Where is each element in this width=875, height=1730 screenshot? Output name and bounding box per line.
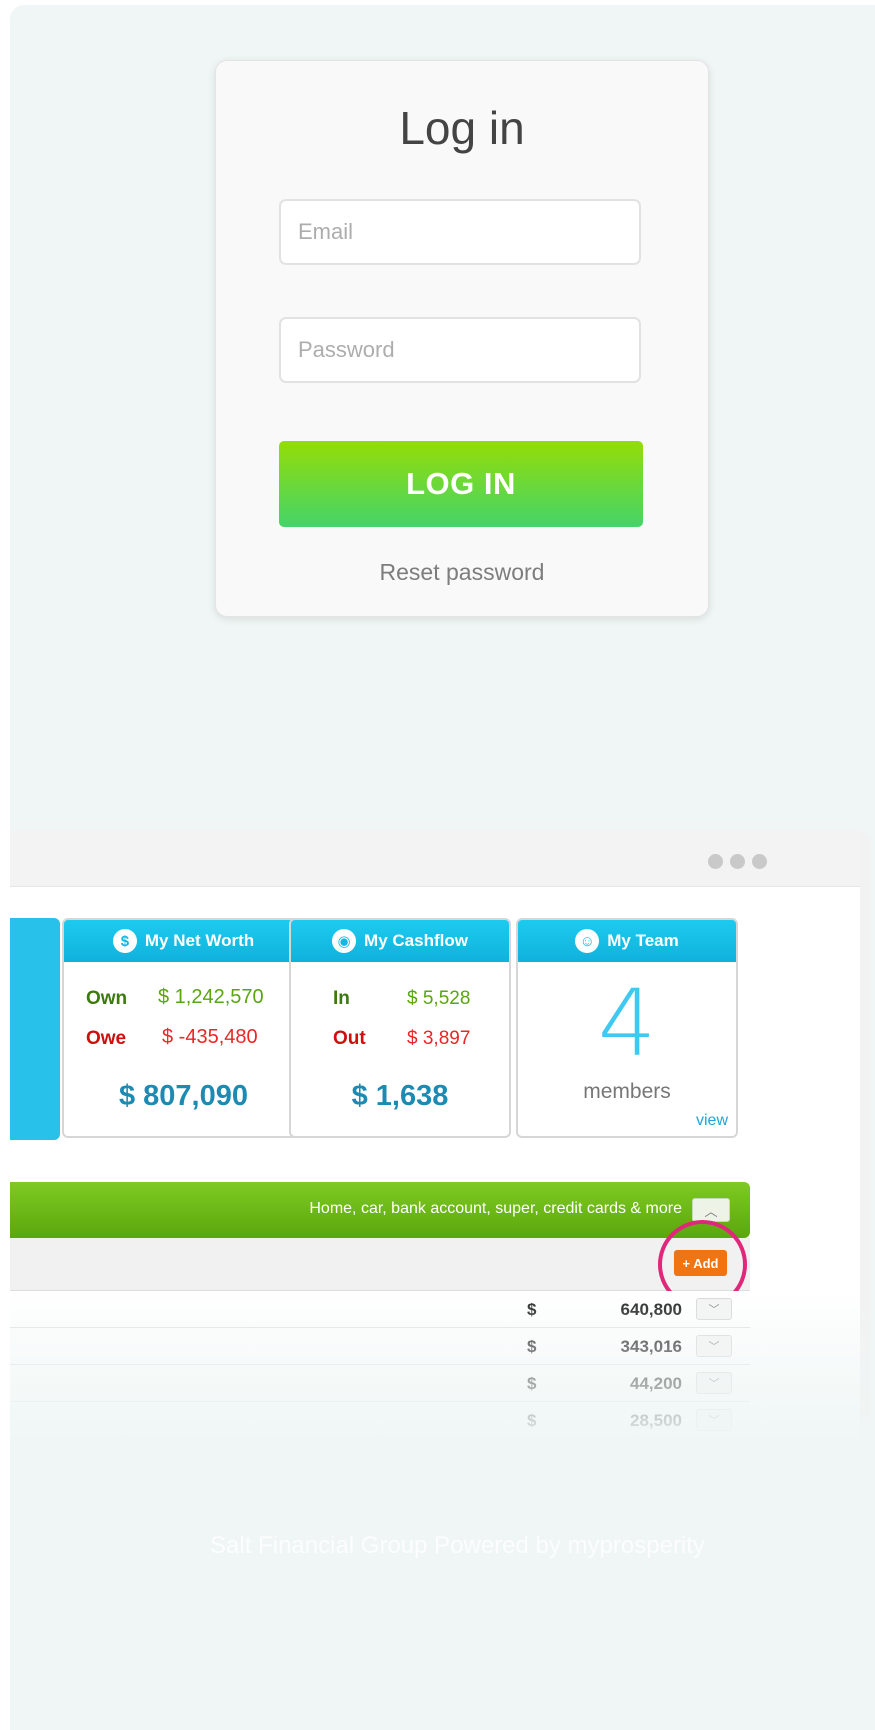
cashflow-header: ◉ My Cashflow [291,920,509,962]
assets-section-header[interactable]: Home, car, bank account, super, credit c… [10,1182,750,1238]
row-dropdown[interactable]: ﹀ [696,1298,732,1320]
reset-password-link[interactable]: Reset password [216,559,708,586]
team-members-label: members [583,1080,671,1103]
row-currency: $ [527,1337,537,1356]
row-currency: $ [527,1374,537,1393]
row-amount: 28,500 [630,1411,682,1430]
row-dropdown[interactable]: ﹀ [696,1335,732,1357]
table-row[interactable]: $ 28,500 ﹀ [10,1402,750,1439]
browser-toolbar [10,830,870,887]
window-dot-icon [730,854,745,869]
row-currency: $ [527,1411,537,1430]
own-value: $ 1,242,570 [158,986,264,1008]
team-count: 4 [597,970,657,1077]
row-dropdown[interactable]: ﹀ [696,1372,732,1394]
row-amount: 44,200 [630,1374,682,1393]
dashboard-preview: $ My Net Worth Own $ 1,242,570 Owe $ -43… [10,830,870,1480]
collapse-toggle[interactable]: ︿ [692,1198,730,1222]
row-amount: 343,016 [620,1337,682,1356]
net-worth-total: $ 807,090 [118,1080,248,1112]
login-card: Log in LOG IN Reset password [215,60,709,617]
row-dropdown[interactable]: ﹀ [696,1409,732,1431]
row-amount: 640,800 [620,1300,682,1319]
own-label: Own [86,988,128,1009]
owe-label: Owe [86,1028,127,1049]
out-value: $ 3,897 [407,1028,471,1049]
net-worth-header: $ My Net Worth [64,920,303,962]
assets-table-header: + Add [10,1238,750,1291]
table-row[interactable]: $ 343,016 ﹀ [10,1328,750,1365]
chevron-up-icon: ︿ [704,1203,718,1219]
email-field[interactable] [279,199,641,265]
net-worth-title: My Net Worth [144,931,255,950]
cashflow-title: My Cashflow [364,931,468,950]
window-edge [860,830,870,1480]
row-currency: $ [527,1300,537,1319]
side-tile [10,918,60,1140]
login-button[interactable]: LOG IN [279,441,643,527]
in-value: $ 5,528 [407,988,471,1009]
cashflow-widget[interactable]: ◉ My Cashflow In $ 5,528 Out $ 3,897 $ 1… [289,918,511,1138]
out-label: Out [333,1028,366,1049]
chevron-down-icon: ﹀ [708,1378,720,1390]
team-widget[interactable]: ☺ My Team 4 members view [516,918,738,1138]
camera-icon: ◉ [332,929,357,953]
team-header: ☺ My Team [518,920,736,962]
window-dot-icon [752,854,767,869]
footer-credit: Salt Financial Group Powered by myprospe… [210,1532,705,1559]
team-title: My Team [607,931,679,950]
chevron-down-icon: ﹀ [708,1341,720,1353]
team-view-link[interactable]: view [696,1112,728,1130]
add-asset-button[interactable]: + Add [674,1250,727,1276]
in-label: In [333,988,350,1009]
password-field[interactable] [279,317,641,383]
table-row[interactable]: $ 44,200 ﹀ [10,1365,750,1402]
chevron-down-icon: ﹀ [708,1304,720,1316]
assets-description: Home, car, bank account, super, credit c… [309,1200,682,1217]
chevron-down-icon: ﹀ [708,1415,720,1427]
cashflow-total: $ 1,638 [351,1080,449,1112]
team-icon: ☺ [575,929,600,953]
net-worth-widget[interactable]: $ My Net Worth Own $ 1,242,570 Owe $ -43… [62,918,305,1138]
table-row[interactable]: $ 640,800 ﹀ [10,1291,750,1328]
login-title: Log in [399,102,525,154]
owe-value: $ -435,480 [162,1026,258,1048]
dollar-icon: $ [112,929,137,953]
window-dot-icon [708,854,723,869]
